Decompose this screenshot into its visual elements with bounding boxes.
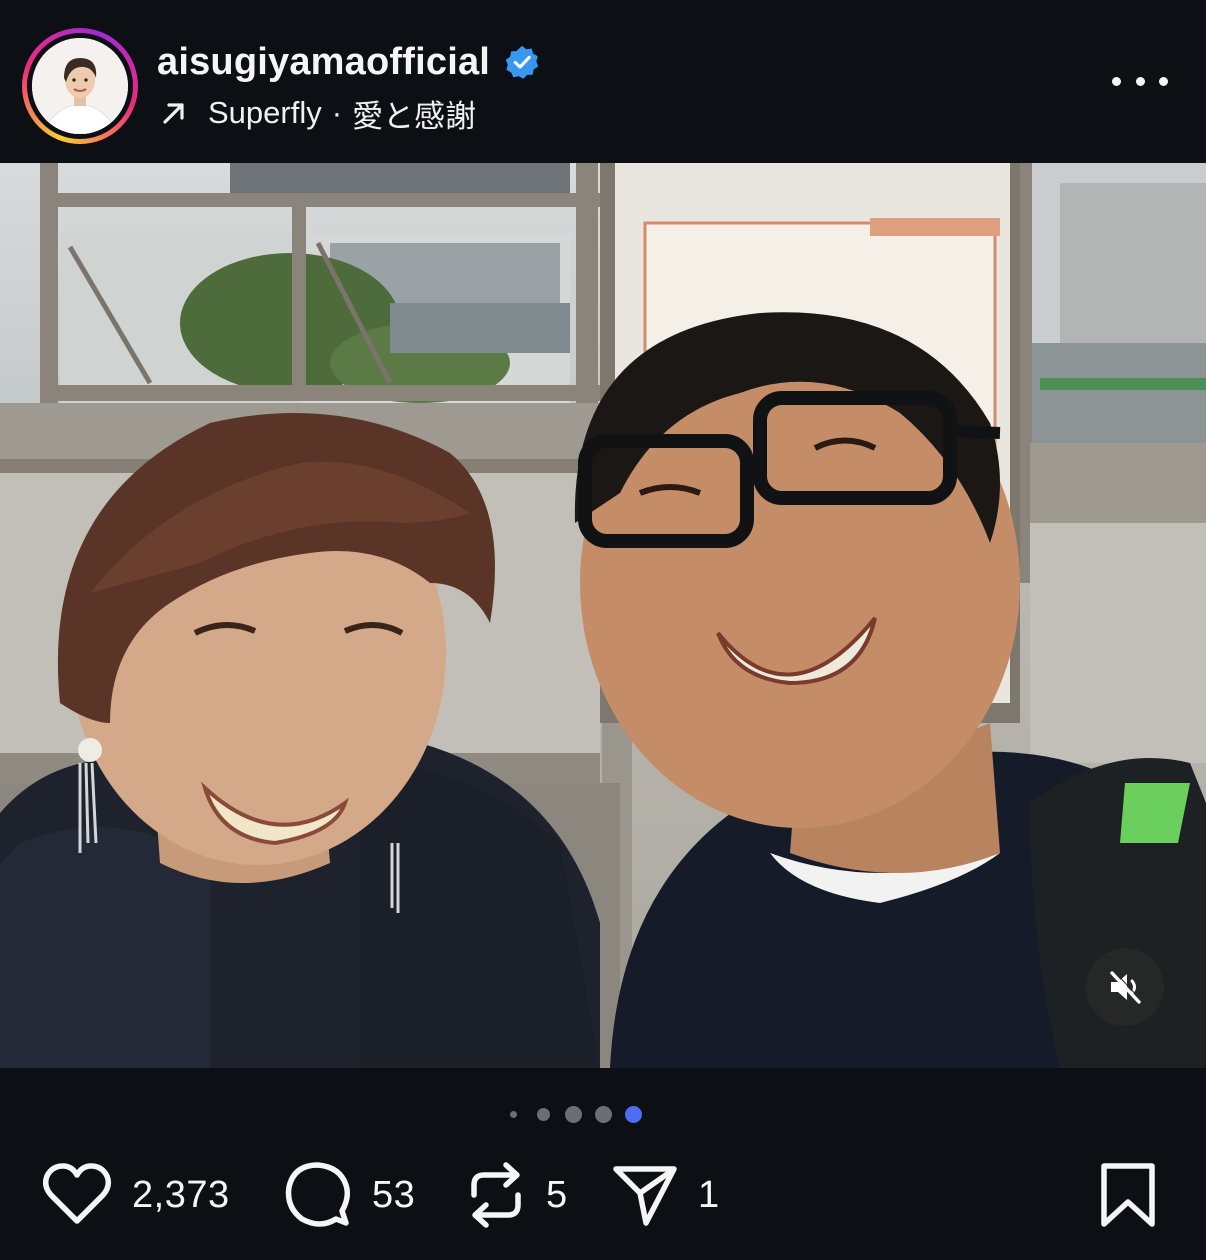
comment-count[interactable]: 53 [372,1174,415,1217]
comment-bubble-icon [285,1162,351,1227]
mute-toggle-button[interactable] [1086,948,1164,1026]
post-photo [0,163,1206,1068]
arrow-up-right-icon [163,103,184,124]
carousel-dot [536,1107,550,1121]
repost-icon [471,1162,521,1228]
repost-button[interactable]: 5 [466,1150,568,1240]
bookmark-icon [1101,1163,1155,1227]
profile-avatar[interactable] [22,28,138,144]
paper-plane-icon [613,1166,677,1226]
comment-button[interactable]: 53 [284,1150,415,1240]
like-count[interactable]: 2,373 [132,1174,230,1217]
music-separator: · [331,95,343,130]
carousel-dot [594,1105,612,1123]
more-options-button[interactable] [1112,64,1168,98]
heart-icon [42,1163,112,1224]
carousel-dot [564,1105,582,1123]
post-media[interactable] [0,163,1206,1068]
avatar-portrait [32,38,128,134]
share-count[interactable]: 1 [698,1174,720,1217]
verified-badge-icon [505,45,539,79]
more-horizontal-icon [1112,76,1121,86]
avatar-image [32,38,128,134]
music-song: 愛と感謝 [352,98,477,134]
like-button[interactable]: 2,373 [42,1150,230,1240]
username-row: aisugiyamaofficial [157,38,540,86]
music-artist: Superfly [208,95,322,130]
more-dot [1135,76,1145,86]
repost-count[interactable]: 5 [546,1174,568,1217]
carousel-dot [509,1110,517,1118]
speaker-muted-icon [1110,970,1142,1004]
music-info[interactable]: Superfly · 愛と感謝 [160,92,476,134]
share-button[interactable]: 1 [612,1150,720,1240]
post-header: aisugiyamaofficial Superfly · 愛と感謝 [0,0,1206,163]
more-dot [1159,76,1168,86]
carousel-dot-active [624,1105,642,1123]
username[interactable]: aisugiyamaofficial [157,41,490,84]
post-actions: 2,373 53 5 1 [0,1150,1206,1240]
save-button[interactable] [1098,1162,1158,1228]
carousel-indicator [0,1104,1206,1124]
